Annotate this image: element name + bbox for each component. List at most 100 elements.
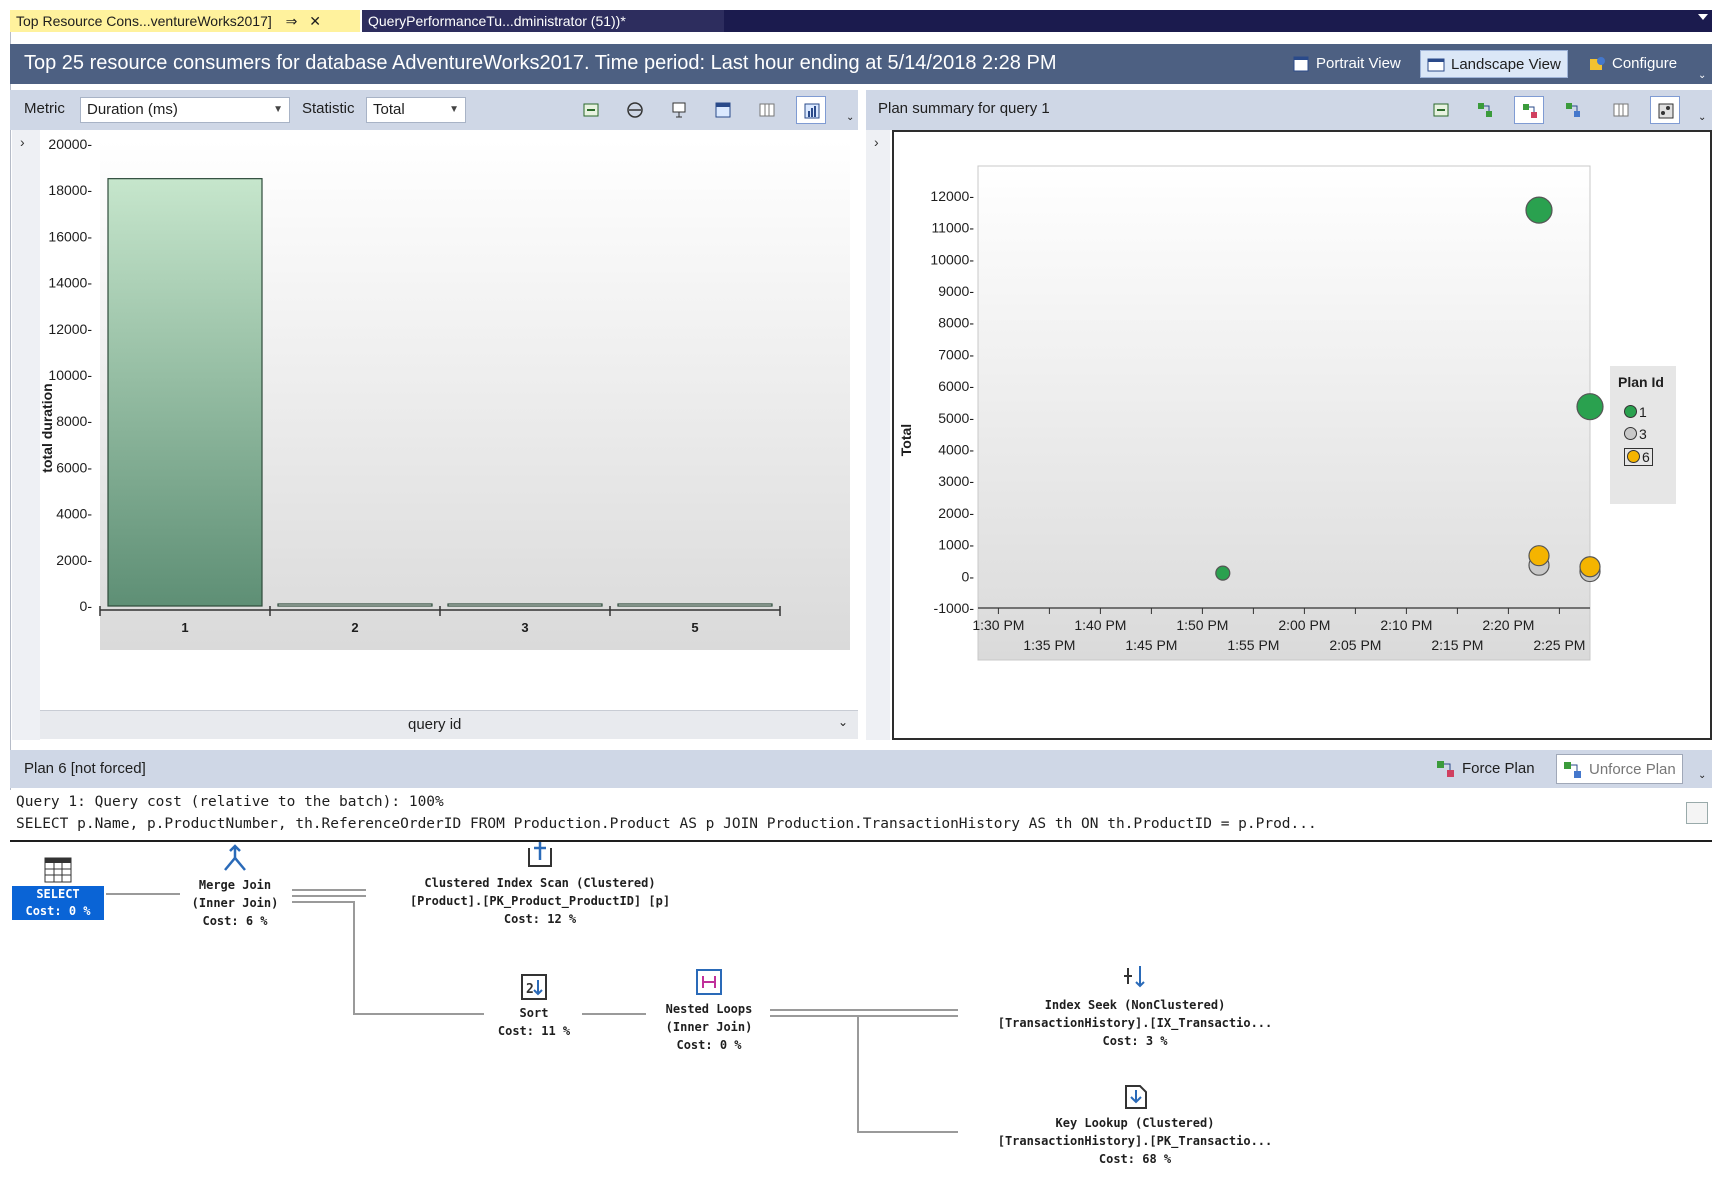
x-tick-label: 1:40 PM <box>1074 617 1126 633</box>
scatter-chart-icon <box>1658 103 1674 119</box>
chevron-right-icon: › <box>874 134 879 150</box>
scatter-chart: -1000- 0- 1000- 2000- 3000- 4000- 5000- 6000- 70… <box>930 165 1604 661</box>
statistic-select[interactable]: Total ▼ <box>366 97 466 123</box>
sort-cost: Cost: 11 % <box>497 1024 571 1038</box>
x-tick-label: 1:45 PM <box>1125 637 1177 653</box>
y-tick-label: 4000- <box>938 441 974 457</box>
expand-query-button[interactable] <box>1686 802 1708 824</box>
loops-name: Nested Loops <box>665 1002 753 1016</box>
y-tick-label: -1000- <box>934 600 975 616</box>
plan-node-index-seek[interactable]: Index Seek (NonClustered) [TransactionHi… <box>960 960 1310 1050</box>
toolbar-overflow-icon[interactable]: ⌄ <box>846 112 854 123</box>
header-overflow-icon[interactable]: ⌄ <box>1698 70 1706 81</box>
force-plan-toggle-button[interactable] <box>1514 96 1544 124</box>
scan-cost: Cost: 12 % <box>503 912 577 926</box>
plan-refresh-button[interactable] <box>1426 96 1456 124</box>
close-icon[interactable]: ✕ <box>309 13 321 29</box>
metric-select[interactable]: Duration (ms) ▼ <box>80 97 290 123</box>
key-lookup-icon <box>1125 1085 1147 1109</box>
plan-node-key-lookup[interactable]: Key Lookup (Clustered) [TransactionHisto… <box>960 1080 1310 1168</box>
plan-1-point[interactable] <box>1215 565 1231 581</box>
plan-node-select[interactable]: SELECT Cost: 0 % <box>12 856 104 920</box>
grid-columns-button[interactable] <box>752 96 782 124</box>
chart-view-button[interactable] <box>796 96 826 124</box>
portrait-icon <box>1293 56 1309 72</box>
x-tick-label: 2:05 PM <box>1329 637 1381 653</box>
plan-1-point[interactable] <box>1525 196 1553 224</box>
bar-query-1[interactable] <box>107 178 263 607</box>
y-tick-label: 10000- <box>930 251 974 267</box>
select-node-label: SELECT Cost: 0 % <box>12 886 104 920</box>
merge-name: Merge Join <box>198 878 272 892</box>
toolbar-overflow-icon[interactable]: ⌄ <box>1698 770 1706 781</box>
select-name: SELECT <box>36 887 80 901</box>
unforce-plan-icon <box>1564 762 1581 778</box>
svg-text:2: 2 <box>526 982 534 997</box>
x-tick-label: 1:30 PM <box>972 617 1024 633</box>
pin-icon[interactable]: ⇒ <box>286 13 298 29</box>
y-axis-title: Total <box>898 423 914 457</box>
tab-overflow-icon[interactable] <box>1698 14 1708 20</box>
configure-label: Configure <box>1612 55 1678 72</box>
compare-plans-button[interactable] <box>1470 96 1500 124</box>
plan-chart-button[interactable] <box>1650 96 1680 124</box>
unforce-plan-toggle-button[interactable] <box>1558 96 1588 124</box>
select-cost: Cost: 0 % <box>25 904 91 918</box>
y-tick-label: 20000- <box>48 136 92 152</box>
chevron-right-icon: › <box>20 134 25 150</box>
query-text-panel[interactable]: Query 1: Query cost (relative to the bat… <box>10 790 1712 842</box>
index-seek-icon <box>1124 966 1145 988</box>
plan-node-nested-loops[interactable]: Nested Loops (Inner Join) Cost: 0 % <box>646 966 772 1054</box>
report-title: Top 25 resource consumers for database A… <box>24 52 1057 74</box>
scatter-plot-background <box>977 165 1591 661</box>
legend-item-plan-1[interactable]: 1 <box>1624 404 1647 420</box>
configure-button[interactable]: Configure <box>1582 50 1683 78</box>
grid-view-button[interactable] <box>708 96 738 124</box>
plan-grid-button[interactable] <box>1606 96 1636 124</box>
plan-summary-pane: -1000- 0- 1000- 2000- 3000- 4000- 5000- 6000- 70… <box>892 130 1712 740</box>
force-plan-icon <box>1437 761 1454 777</box>
plan-node-merge-join[interactable]: Merge Join (Inner Join) Cost: 6 % <box>170 842 300 930</box>
bar-query-2[interactable] <box>277 603 433 607</box>
plan-node-clustered-index-scan[interactable]: Clustered Index Scan (Clustered) [Produc… <box>370 838 710 928</box>
legend-item-plan-6[interactable]: 6 <box>1624 448 1653 466</box>
execution-plan-graph[interactable]: SELECT Cost: 0 % Merge Join (Inner Join)… <box>10 842 1712 1177</box>
y-tick-label: 2000- <box>56 552 92 568</box>
tab-top-resource-consumers[interactable]: Top Resource Cons...ventureWorks2017] ⇒ … <box>10 10 360 32</box>
chevron-down-icon: ⌄ <box>837 715 848 729</box>
unforce-plan-button[interactable]: Unforce Plan <box>1556 754 1683 784</box>
track-query-button[interactable] <box>620 96 650 124</box>
tab-query-performance[interactable]: QueryPerformanceTu...dministrator (51))* <box>362 10 724 32</box>
plan-6-point[interactable] <box>1579 556 1601 578</box>
view-query-button[interactable] <box>664 96 694 124</box>
plan-1-point[interactable] <box>1576 393 1604 421</box>
legend-marker-icon <box>1624 405 1637 418</box>
loops-sub: (Inner Join) <box>665 1020 753 1034</box>
plan-icon <box>1566 103 1580 117</box>
force-plan-button[interactable]: Force Plan <box>1430 754 1541 784</box>
y-tick-label: 5000- <box>938 410 974 426</box>
xaxis-selector[interactable]: query id ⌄ <box>40 710 858 739</box>
y-tick-label: 6000- <box>938 378 974 394</box>
legend-label: 6 <box>1642 449 1650 465</box>
legend-label: 1 <box>1639 404 1647 420</box>
x-tick-label: 2 <box>351 620 358 635</box>
loops-cost: Cost: 0 % <box>676 1038 742 1052</box>
landscape-view-button[interactable]: Landscape View <box>1420 50 1568 78</box>
plan-icon <box>1523 104 1537 118</box>
bar-query-5[interactable] <box>617 603 773 607</box>
toolbar-overflow-icon[interactable]: ⌄ <box>1698 112 1706 123</box>
left-pane-toolbar: Metric Duration (ms) ▼ Statistic Total ▼… <box>10 90 858 130</box>
plan-6-point[interactable] <box>1528 545 1550 567</box>
query-cost-line: Query 1: Query cost (relative to the bat… <box>16 794 444 810</box>
legend-item-plan-3[interactable]: 3 <box>1624 426 1647 442</box>
plan-node-sort[interactable]: 2 Sort Cost: 11 % <box>484 972 584 1040</box>
select-icon <box>44 857 72 883</box>
portrait-view-button[interactable]: Portrait View <box>1286 50 1407 78</box>
x-tick-label: 5 <box>691 620 698 635</box>
bar-query-3[interactable] <box>447 603 603 607</box>
view-query-icon <box>672 102 686 118</box>
left-pane-collapse-gutter[interactable]: › <box>12 130 40 740</box>
right-pane-collapse-gutter[interactable]: › <box>866 130 890 740</box>
refresh-button[interactable] <box>576 96 606 124</box>
